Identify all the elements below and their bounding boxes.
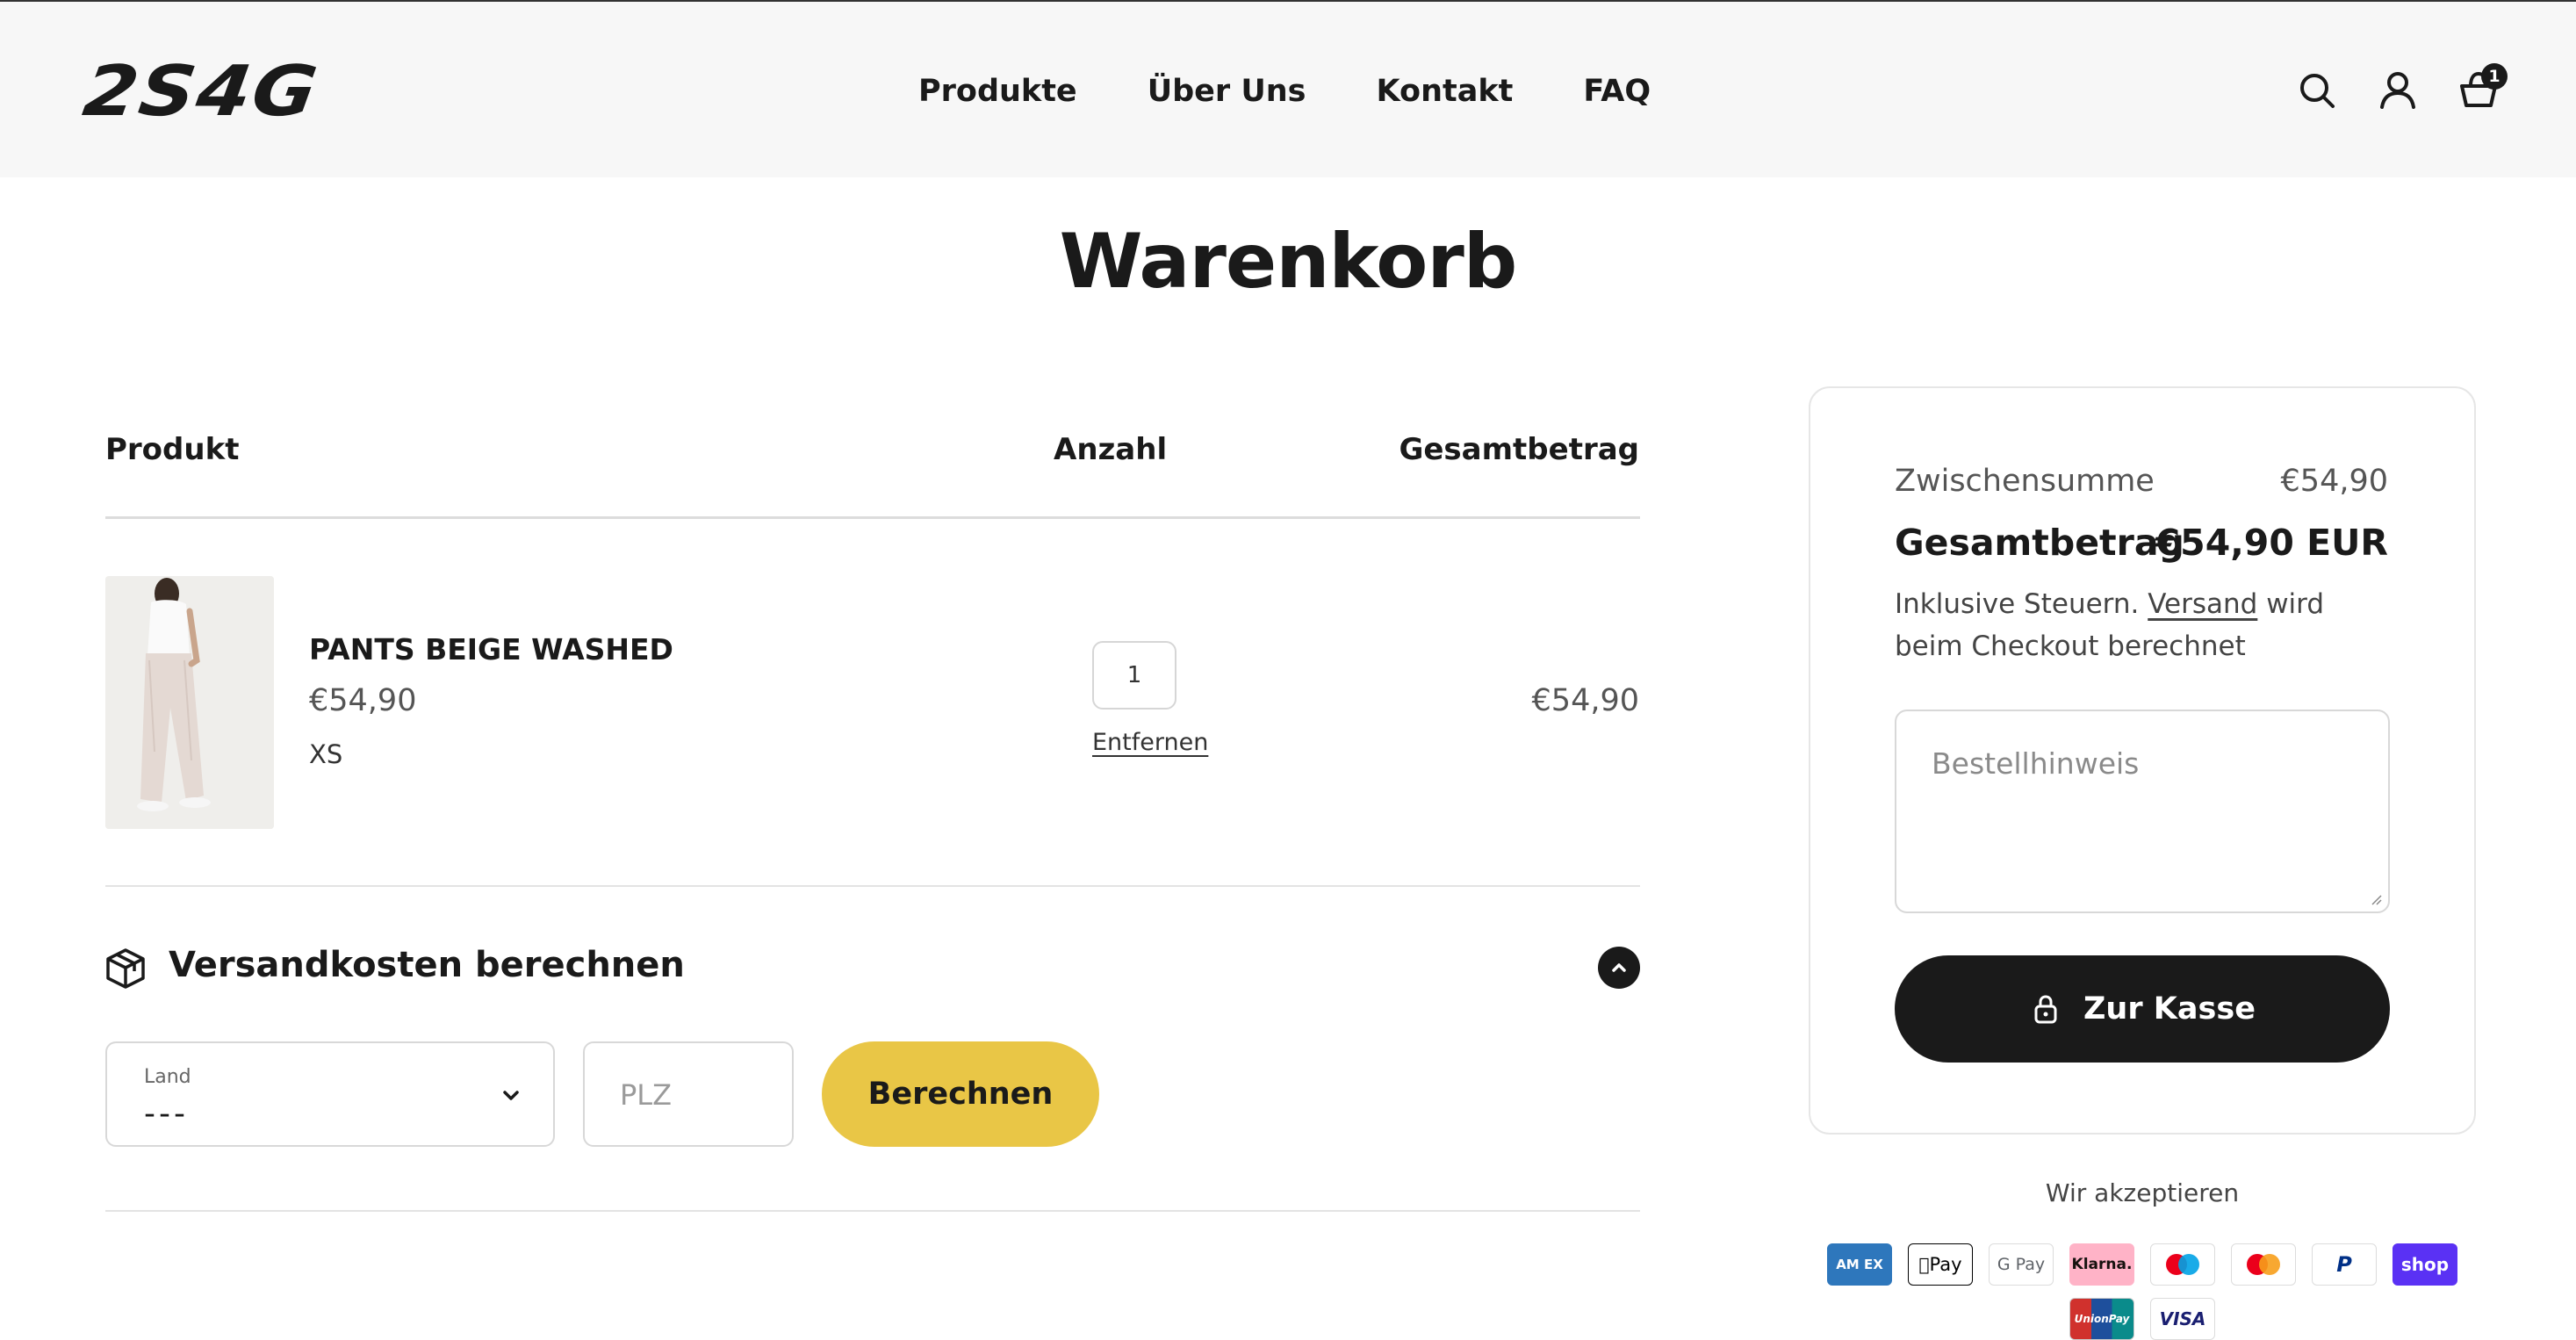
logo-text: 2S4G (78, 50, 324, 132)
collapse-toggle-button[interactable] (1598, 947, 1640, 989)
product-name[interactable]: PANTS BEIGE WASHED (309, 632, 673, 666)
shipping-divider (105, 1210, 1640, 1212)
payment-icons-row-1: AM EX Pay G Pay Klarna. P shop (1809, 1243, 2476, 1286)
klarna-icon: Klarna. (2069, 1243, 2134, 1286)
checkout-button[interactable]: Zur Kasse (1895, 955, 2390, 1063)
google-pay-icon: G Pay (1989, 1243, 2054, 1286)
order-note-textarea[interactable]: Bestellhinweis (1895, 710, 2390, 913)
cart-count-badge: 1 (2481, 63, 2508, 90)
country-select[interactable]: Land --- (105, 1041, 555, 1147)
site-header: 2S4G Produkte Über Uns Kontakt FAQ 1 (0, 0, 2576, 177)
amex-icon: AM EX (1827, 1243, 1892, 1286)
column-header-product: Produkt (105, 432, 240, 467)
total-value: €54,90 EUR (2155, 522, 2388, 564)
total-label: Gesamtbetrag (1895, 522, 2184, 564)
user-icon[interactable] (2376, 68, 2420, 112)
search-icon[interactable] (2295, 68, 2339, 112)
main-nav: Produkte Über Uns Kontakt FAQ (918, 67, 1651, 116)
quantity-input[interactable]: 1 (1092, 641, 1176, 710)
brand-logo[interactable]: 2S4G (79, 50, 409, 132)
nav-item-kontakt[interactable]: Kontakt (1377, 67, 1514, 116)
line-item-total: €54,90 (1531, 683, 1639, 718)
chevron-up-icon (1612, 963, 1626, 972)
accepted-payments-title: Wir akzeptieren (2045, 1178, 2240, 1207)
nav-item-faq[interactable]: FAQ (1583, 67, 1651, 116)
subtotal-value: €54,90 (2280, 464, 2388, 499)
tax-note: Inklusive Steuern. Versand wird beim Che… (1895, 583, 2395, 667)
country-select-label: Land (144, 1066, 191, 1088)
table-divider (105, 516, 1640, 519)
zip-placeholder: PLZ (620, 1078, 673, 1112)
zip-input[interactable]: PLZ (583, 1041, 794, 1147)
nav-item-produkte[interactable]: Produkte (918, 67, 1077, 116)
calculate-shipping-button[interactable]: Berechnen (822, 1041, 1099, 1147)
checkout-button-label: Zur Kasse (2083, 991, 2256, 1027)
nav-item-ueber-uns[interactable]: Über Uns (1148, 67, 1306, 116)
remove-item-link[interactable]: Entfernen (1092, 729, 1208, 756)
tax-note-prefix: Inklusive Steuern. (1895, 588, 2140, 620)
product-unit-price: €54,90 (309, 683, 417, 718)
page-title: Warenkorb (1059, 218, 1518, 306)
country-select-value: --- (144, 1096, 189, 1132)
maestro-icon (2150, 1243, 2215, 1286)
mastercard-icon (2231, 1243, 2296, 1286)
package-icon (106, 948, 145, 989)
item-divider (105, 885, 1640, 887)
visa-icon: VISA (2150, 1298, 2215, 1340)
shop-pay-icon: shop (2393, 1243, 2457, 1286)
chevron-down-icon (503, 1091, 519, 1100)
shipping-policy-link[interactable]: Versand (2148, 588, 2257, 620)
payment-icons-row-2: UnionPay VISA (1809, 1298, 2476, 1340)
column-header-total: Gesamtbetrag (1399, 432, 1639, 467)
paypal-icon: P (2312, 1243, 2377, 1286)
shipping-estimator-title[interactable]: Versandkosten berechnen (169, 945, 685, 985)
subtotal-label: Zwischensumme (1895, 464, 2155, 499)
product-thumbnail[interactable] (105, 576, 274, 829)
resize-handle-icon[interactable] (2371, 894, 2383, 906)
order-note-placeholder: Bestellhinweis (1932, 746, 2140, 781)
column-header-quantity: Anzahl (1054, 432, 1168, 467)
product-photo (105, 576, 274, 829)
unionpay-icon: UnionPay (2069, 1298, 2134, 1340)
lock-icon (2034, 995, 2057, 1024)
apple-pay-icon: Pay (1908, 1243, 1973, 1286)
product-variant: XS (309, 739, 343, 769)
